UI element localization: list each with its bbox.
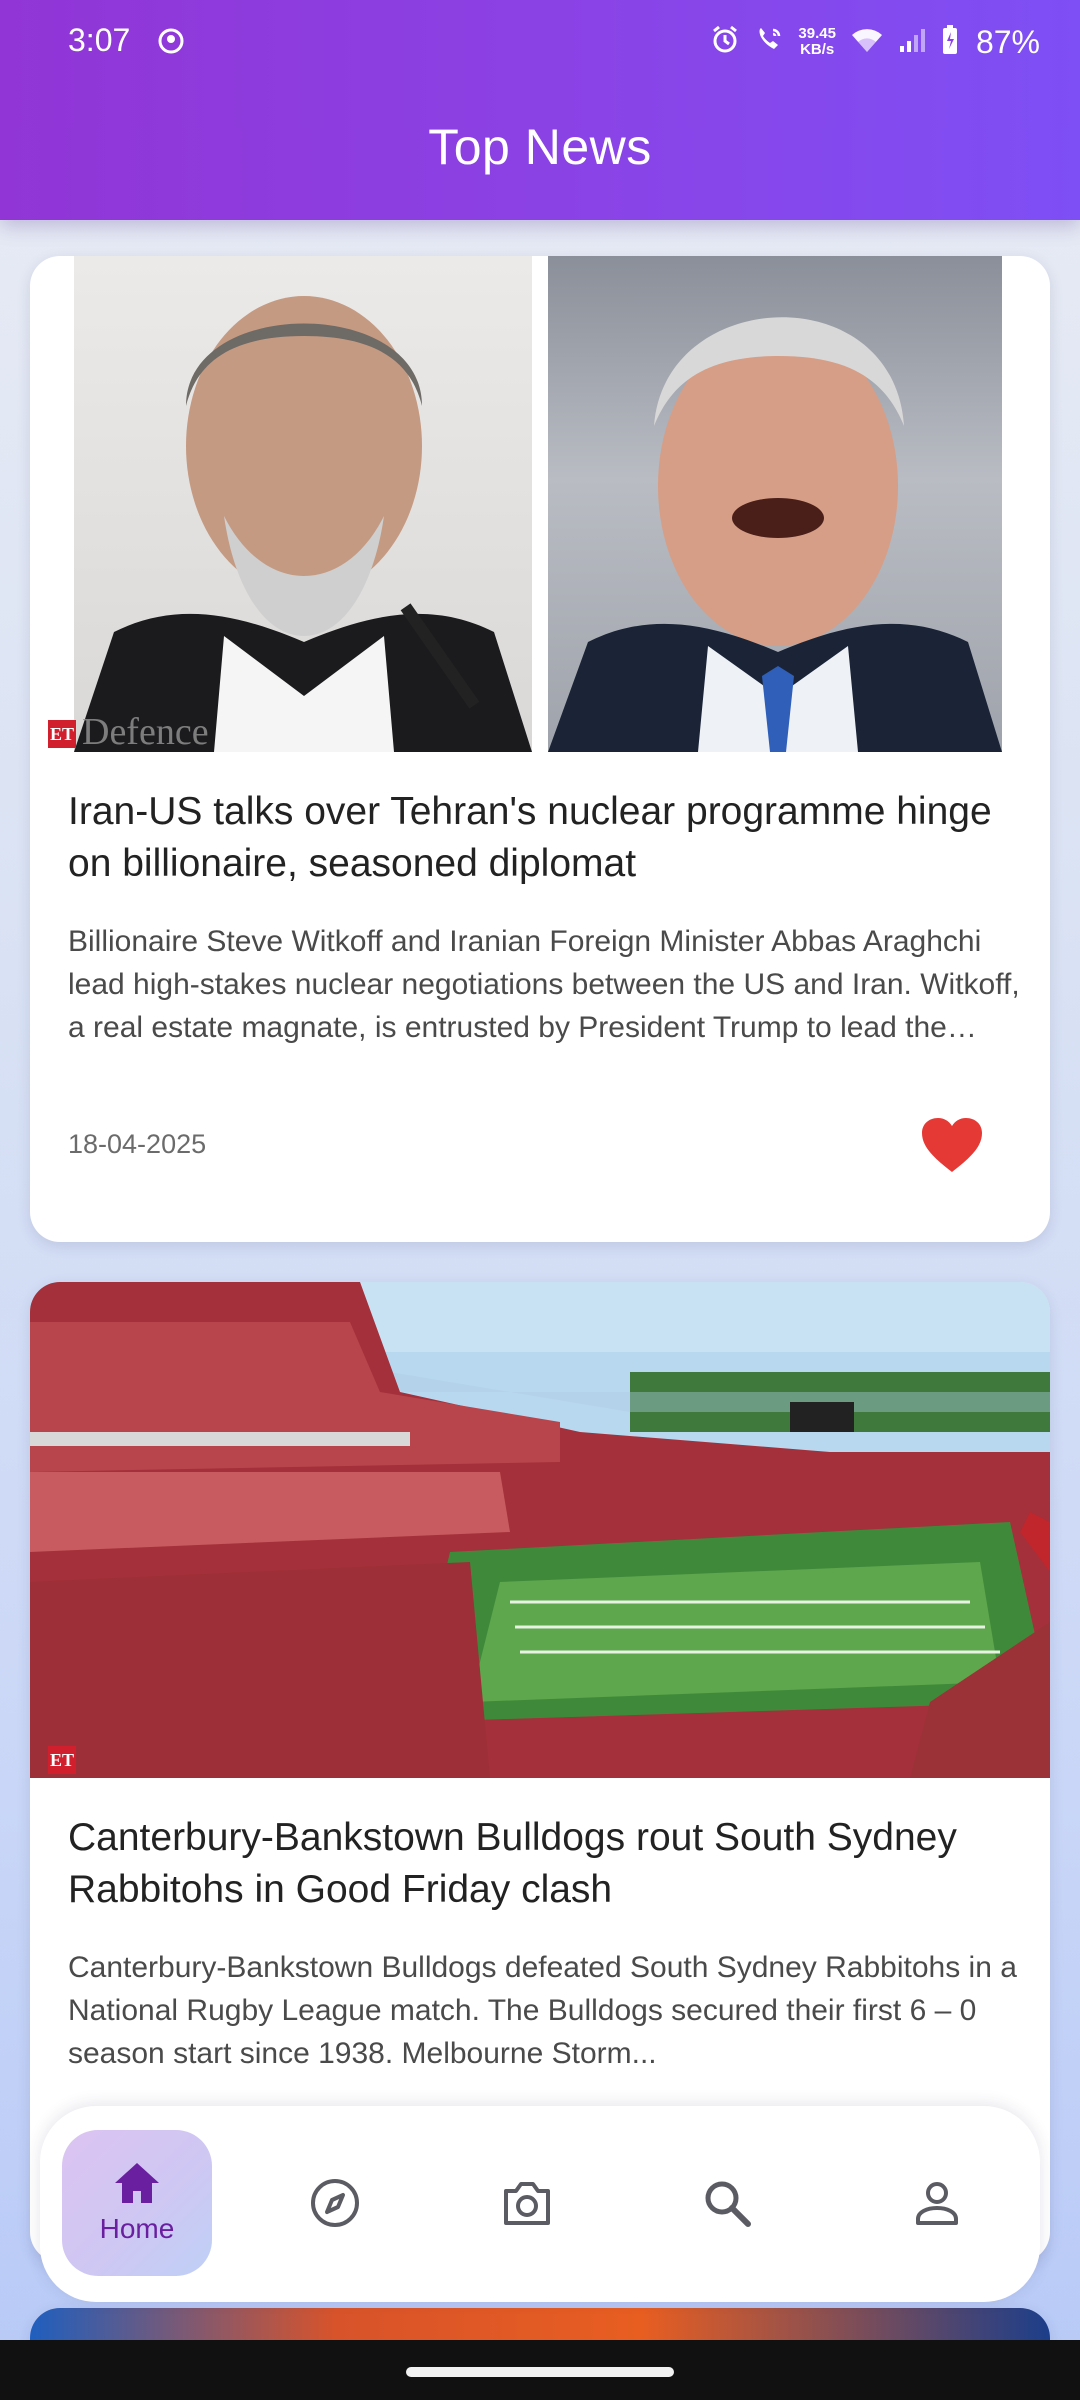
- et-logo: ET: [48, 1746, 76, 1774]
- compass-icon: [309, 2177, 361, 2229]
- app-header: 3:07 39.45 KB/s 87% Top News: [0, 0, 1080, 220]
- portrait-photo-right: [548, 256, 1002, 752]
- network-speed: 39.45 KB/s: [798, 26, 836, 58]
- cell-signal-icon: [898, 26, 928, 59]
- status-bar: 3:07 39.45 KB/s 87%: [0, 0, 1080, 84]
- article-title[interactable]: Canterbury-Bankstown Bulldogs rout South…: [68, 1812, 1018, 1916]
- camera-icon: [500, 2179, 554, 2227]
- nav-home-label: Home: [99, 2213, 175, 2244]
- image-watermark: Defence: [82, 711, 209, 753]
- search-icon: [701, 2177, 753, 2229]
- nav-profile-button[interactable]: [862, 2130, 1012, 2276]
- news-card[interactable]: ET Defence Iran-US talks over Tehran's n…: [30, 256, 1050, 1242]
- wifi-call-icon: [754, 25, 784, 60]
- et-logo: ET: [48, 720, 76, 748]
- stadium-photo: [30, 1282, 1050, 1778]
- nav-home-button[interactable]: Home: [62, 2130, 212, 2276]
- wifi-icon: [850, 26, 884, 59]
- article-date: 18-04-2025: [68, 1129, 207, 1159]
- notification-icon: [158, 28, 184, 54]
- nav-explore-button[interactable]: [260, 2130, 410, 2276]
- favorite-heart-icon[interactable]: [920, 1116, 984, 1174]
- status-icons: 39.45 KB/s 87%: [710, 20, 1040, 64]
- alarm-icon: [710, 25, 740, 60]
- network-speed-unit: KB/s: [800, 41, 835, 58]
- article-description: Billionaire Steve Witkoff and Iranian Fo…: [68, 925, 1020, 1044]
- profile-icon: [913, 2179, 961, 2227]
- article-description: Canterbury-Bankstown Bulldogs defeated S…: [68, 1951, 1017, 2070]
- nav-search-button[interactable]: [652, 2130, 802, 2276]
- network-speed-value: 39.45: [798, 25, 836, 42]
- battery-icon: [942, 24, 958, 60]
- article-image[interactable]: ET: [30, 1282, 1050, 1778]
- gesture-handle[interactable]: [406, 2367, 674, 2377]
- portrait-photo-left: [74, 256, 532, 752]
- status-time: 3:07: [68, 22, 131, 58]
- nav-camera-button[interactable]: [452, 2130, 602, 2276]
- battery-percent: 87%: [975, 23, 1040, 60]
- home-icon: [113, 2161, 161, 2205]
- article-image[interactable]: ET Defence: [30, 256, 1050, 753]
- bottom-navigation: Home: [40, 2106, 1040, 2302]
- page-title: Top News: [428, 119, 652, 175]
- article-title[interactable]: Iran-US talks over Tehran's nuclear prog…: [68, 786, 1018, 890]
